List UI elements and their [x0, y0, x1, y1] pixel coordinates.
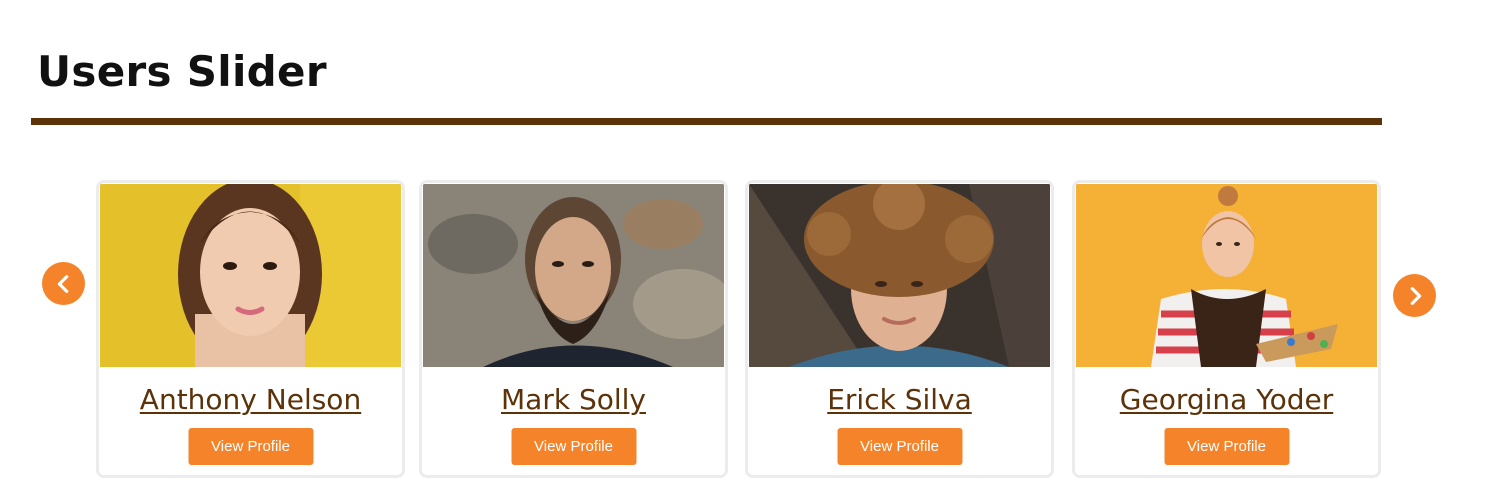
view-profile-button[interactable]: View Profile: [188, 428, 313, 465]
user-photo: [423, 184, 724, 367]
users-slider-page: Users Slider Anthony Nelson View Profile: [0, 0, 1500, 500]
user-photo: [1076, 184, 1377, 367]
user-name-link[interactable]: Georgina Yoder: [1075, 383, 1378, 416]
slider-prev-button[interactable]: [42, 262, 85, 305]
page-title: Users Slider: [37, 47, 327, 96]
user-card: Erick Silva View Profile: [745, 180, 1054, 478]
chevron-left-icon: [57, 274, 68, 293]
slider-next-button[interactable]: [1393, 274, 1436, 317]
user-card: Anthony Nelson View Profile: [96, 180, 405, 478]
user-photo: [749, 184, 1050, 367]
view-profile-button[interactable]: View Profile: [1164, 428, 1289, 465]
title-divider: [31, 118, 1382, 125]
user-name-link[interactable]: Erick Silva: [748, 383, 1051, 416]
chevron-right-icon: [1410, 286, 1421, 305]
view-profile-button[interactable]: View Profile: [837, 428, 962, 465]
user-name-link[interactable]: Anthony Nelson: [99, 383, 402, 416]
user-card: Mark Solly View Profile: [419, 180, 728, 478]
user-name-link[interactable]: Mark Solly: [422, 383, 725, 416]
user-card: Georgina Yoder View Profile: [1072, 180, 1381, 478]
user-photo: [100, 184, 401, 367]
view-profile-button[interactable]: View Profile: [511, 428, 636, 465]
